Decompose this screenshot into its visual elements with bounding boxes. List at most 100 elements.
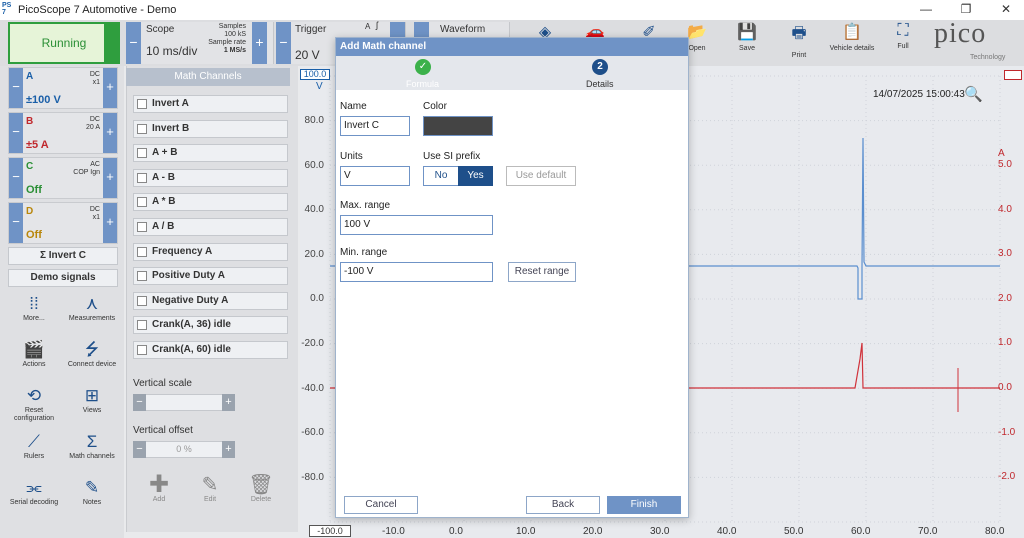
channel-range-increase-button[interactable]: + bbox=[103, 113, 117, 153]
print-button[interactable]: 🖶 Print bbox=[774, 22, 824, 64]
math-item[interactable]: Crank(A, 60) idle bbox=[133, 341, 288, 359]
channel-range-increase-button[interactable]: + bbox=[103, 203, 117, 243]
actions-tool-button[interactable]: 🎬 Actions bbox=[5, 339, 63, 385]
math-item[interactable]: Frequency A bbox=[133, 242, 288, 261]
math-item-label: A / B bbox=[152, 221, 175, 232]
add-math-button[interactable]: ✚ Add bbox=[130, 473, 188, 520]
step-details-label[interactable]: Details bbox=[586, 79, 614, 89]
left-tick-label: -60.0 bbox=[301, 427, 324, 439]
restore-button[interactable]: ❐ bbox=[956, 2, 976, 18]
channel-range[interactable]: ±100 V bbox=[26, 94, 61, 106]
offset-plus-button[interactable]: + bbox=[222, 441, 235, 458]
checkbox[interactable] bbox=[137, 197, 147, 208]
checkbox[interactable] bbox=[137, 99, 147, 109]
checkbox[interactable] bbox=[137, 345, 147, 355]
back-button[interactable]: Back bbox=[526, 496, 600, 514]
delete-math-button[interactable]: 🗑 Delete bbox=[232, 474, 290, 520]
rulers-tool-button[interactable]: ⟋ Rulers bbox=[5, 431, 63, 477]
math-item[interactable]: Crank(A, 36) idle bbox=[133, 316, 288, 335]
math-item[interactable]: A * B bbox=[133, 193, 288, 212]
checkbox[interactable] bbox=[137, 148, 147, 159]
math-tool-button[interactable]: Σ Math channels bbox=[63, 431, 121, 477]
scale-plus-button[interactable]: + bbox=[222, 394, 235, 411]
channel-range-decrease-button[interactable]: − bbox=[9, 113, 23, 153]
views-tool-button[interactable]: ⊞ Views bbox=[63, 385, 121, 431]
checkbox[interactable] bbox=[137, 123, 147, 134]
save-button[interactable]: 💾 Save bbox=[722, 22, 772, 64]
si-yes-button[interactable]: Yes bbox=[458, 166, 493, 186]
channel-range-decrease-button[interactable]: − bbox=[9, 158, 23, 198]
connect-device-tool-button[interactable]: ⭍ Connect device bbox=[63, 339, 121, 385]
channel-range-decrease-button[interactable]: − bbox=[9, 203, 23, 243]
reset-range-button[interactable]: Reset range bbox=[508, 262, 576, 282]
edit-math-button[interactable]: ✎ Edit bbox=[181, 474, 239, 520]
offset-minus-button[interactable]: − bbox=[133, 441, 146, 458]
channel-coupling: DC x1 bbox=[89, 71, 100, 86]
trigger-value[interactable]: 20 V bbox=[295, 48, 320, 62]
math-item-label: A - B bbox=[152, 171, 175, 183]
channel-range-increase-button[interactable]: + bbox=[103, 68, 117, 108]
math-item[interactable]: Invert A bbox=[133, 95, 288, 113]
trigger-decrease-button[interactable]: − bbox=[276, 22, 291, 64]
checkbox[interactable] bbox=[137, 271, 147, 282]
max-range-input[interactable]: 100 V bbox=[340, 215, 493, 235]
scale-minus-button[interactable]: − bbox=[133, 394, 146, 411]
channel-a-card[interactable]: − A DC x1 ±100 V + bbox=[8, 67, 118, 109]
axis-top-label[interactable]: 100.0 bbox=[300, 69, 330, 80]
serial-tool-button[interactable]: ⫘ Serial decoding bbox=[5, 477, 63, 523]
si-no-button[interactable]: No bbox=[423, 166, 459, 186]
min-range-input[interactable]: -100 V bbox=[340, 262, 493, 282]
channel-range-increase-button[interactable]: + bbox=[103, 158, 117, 198]
close-button[interactable]: ✕ bbox=[996, 2, 1016, 18]
step-complete-icon: ✓ bbox=[415, 59, 431, 75]
vehicle-details-button[interactable]: 📋 Vehicle details bbox=[826, 22, 878, 64]
reset-tool-button[interactable]: ⟲ Reset configuration bbox=[5, 385, 63, 431]
timebase-decrease-button[interactable]: − bbox=[126, 22, 141, 64]
zoom-icon[interactable]: 🔍 bbox=[964, 85, 983, 103]
color-swatch[interactable] bbox=[423, 116, 493, 136]
tool-label: Measurements bbox=[68, 315, 116, 322]
checkbox[interactable] bbox=[137, 246, 147, 257]
units-input[interactable]: V bbox=[340, 166, 410, 186]
timebase-increase-button[interactable]: + bbox=[252, 22, 267, 64]
channel-c-card[interactable]: − C AC COP Ign Off + bbox=[8, 157, 118, 199]
name-input[interactable]: Invert C bbox=[340, 116, 410, 136]
channel-b-marker-icon[interactable] bbox=[1004, 70, 1022, 80]
math-item[interactable]: A - B bbox=[133, 168, 288, 187]
full-button[interactable]: ⛶ Full bbox=[878, 22, 928, 64]
demo-signals-button[interactable]: Demo signals bbox=[8, 269, 118, 287]
finish-button[interactable]: Finish bbox=[607, 496, 681, 514]
measurements-tool-button[interactable]: ⋏ Measurements bbox=[63, 293, 121, 339]
channel-range[interactable]: Off bbox=[26, 229, 42, 241]
math-item[interactable]: Negative Duty A bbox=[133, 291, 288, 310]
scope-label: Scope bbox=[146, 24, 175, 35]
channel-b-card[interactable]: − B DC 20 A ±5 A + bbox=[8, 112, 118, 154]
checkbox[interactable] bbox=[137, 172, 147, 183]
right-tick-label: 5.0 bbox=[998, 159, 1012, 170]
samples-info[interactable]: Samples 100 kS Sample rate 1 MS/s bbox=[200, 23, 246, 55]
x-tick-label: 80.0 bbox=[985, 526, 1005, 537]
running-button[interactable]: Running bbox=[8, 22, 120, 64]
checkbox[interactable] bbox=[137, 320, 147, 331]
cancel-button[interactable]: Cancel bbox=[344, 496, 418, 514]
channel-range-decrease-button[interactable]: − bbox=[9, 68, 23, 108]
channel-range[interactable]: Off bbox=[26, 184, 42, 196]
minimize-button[interactable]: — bbox=[916, 2, 936, 18]
math-item[interactable]: A / B bbox=[133, 218, 288, 236]
use-default-button[interactable]: Use default bbox=[506, 166, 576, 186]
math-item[interactable]: Positive Duty A bbox=[133, 267, 288, 286]
more-tool-button[interactable]: ⁞⁞ More... bbox=[5, 293, 63, 339]
channel-d-card[interactable]: − D DC x1 Off + bbox=[8, 202, 118, 244]
checkbox[interactable] bbox=[137, 222, 147, 232]
vertical-scale-control[interactable] bbox=[133, 394, 235, 411]
timebase-value[interactable]: 10 ms/div bbox=[146, 44, 197, 58]
step-formula-label[interactable]: Formula bbox=[406, 79, 439, 89]
math-item[interactable]: A + B bbox=[133, 144, 288, 163]
math-item[interactable]: Invert B bbox=[133, 119, 288, 138]
notes-tool-button[interactable]: ✎ Notes bbox=[63, 477, 121, 523]
math-channel-indicator[interactable]: Σ Invert C bbox=[8, 247, 118, 265]
vertical-offset-control[interactable]: 0 % bbox=[133, 441, 235, 458]
channel-range[interactable]: ±5 A bbox=[26, 139, 49, 151]
axis-bottom-label[interactable]: -100.0 bbox=[309, 525, 351, 537]
checkbox[interactable] bbox=[137, 295, 147, 306]
